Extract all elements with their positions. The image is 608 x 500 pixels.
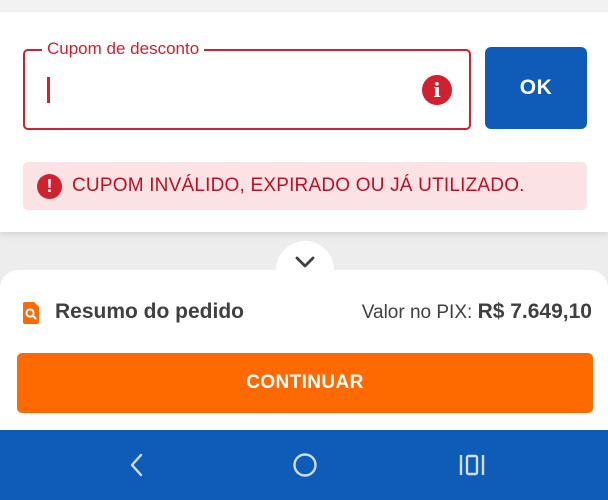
coupon-input[interactable]: i	[23, 49, 471, 130]
continue-button[interactable]: CONTINUAR	[17, 353, 593, 413]
alert-icon: !	[37, 173, 62, 199]
home-icon	[293, 453, 317, 477]
pix-label: Valor no PIX:	[361, 302, 478, 323]
error-message: CUPOM INVÁLIDO, EXPIRADO OU JÁ UTILIZADO…	[72, 175, 525, 196]
nav-back-button[interactable]	[119, 448, 155, 482]
error-banner: ! CUPOM INVÁLIDO, EXPIRADO OU JÁ UTILIZA…	[23, 162, 587, 210]
collapse-tab[interactable]	[276, 241, 334, 281]
chevron-down-icon	[295, 256, 315, 268]
back-icon	[130, 453, 143, 477]
top-strip	[0, 0, 608, 12]
ok-button[interactable]: OK	[485, 47, 587, 129]
pix-amount: R$ 7.649,10	[477, 300, 592, 323]
system-nav-bar	[0, 430, 608, 500]
summary-row[interactable]: Resumo do pedido Valor no PIX: R$ 7.649,…	[0, 296, 608, 330]
nav-recents-button[interactable]	[454, 448, 490, 482]
info-error-icon: i	[422, 75, 452, 105]
nav-home-button[interactable]	[287, 448, 323, 482]
pix-value: Valor no PIX: R$ 7.649,10	[362, 300, 592, 324]
search-document-icon	[23, 302, 39, 324]
recents-icon	[459, 454, 485, 476]
coupon-label: Cupom de desconto	[42, 39, 205, 59]
summary-title: Resumo do pedido	[55, 300, 244, 323]
text-cursor	[47, 77, 50, 103]
